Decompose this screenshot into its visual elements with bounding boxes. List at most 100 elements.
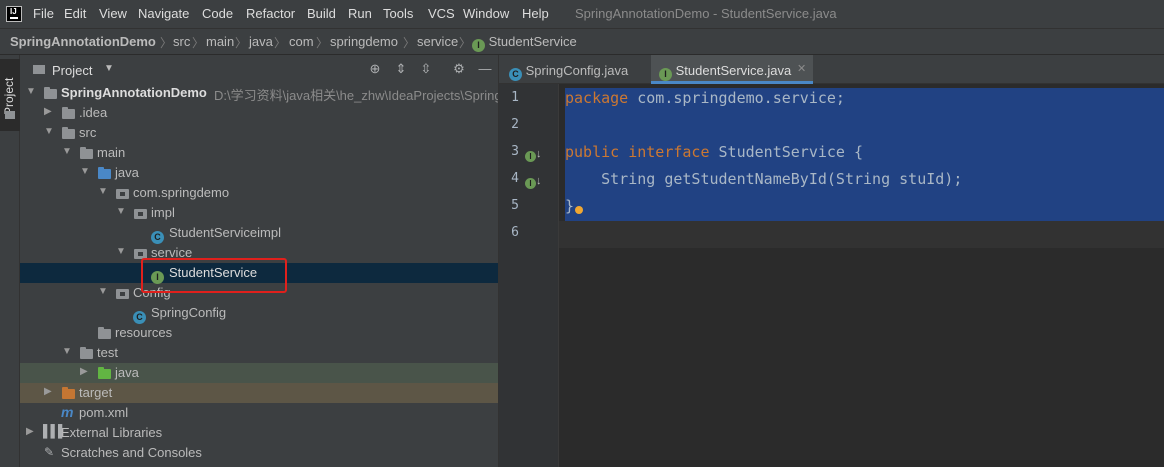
expand-all-icon[interactable]: ⇕ xyxy=(393,61,409,77)
tree-item-impl[interactable]: ▼ impl xyxy=(20,203,498,223)
gear-icon[interactable]: ⚙ xyxy=(451,61,467,77)
code-text: } xyxy=(565,197,575,215)
chevron-right-icon[interactable]: ▶ xyxy=(80,366,88,377)
scratches-icon: ✎ xyxy=(44,445,55,459)
chevron-down-icon[interactable]: ▼ xyxy=(98,186,108,197)
folder-icon xyxy=(5,111,15,119)
tree-item-test-java[interactable]: ▶ java xyxy=(20,363,498,383)
tree-item-label: main xyxy=(97,145,126,160)
chevron-down-icon[interactable]: ▼ xyxy=(98,286,108,297)
tree-item-scratches[interactable]: ✎ Scratches and Consoles xyxy=(20,443,498,463)
tree-item-label: target xyxy=(79,385,113,400)
chevron-right-icon: 〉 xyxy=(316,36,329,50)
breadcrumb-java[interactable]: java xyxy=(249,34,273,49)
chevron-right-icon: 〉 xyxy=(403,36,416,50)
tree-item-external-libraries[interactable]: ▶ ▌▌▌ External Libraries xyxy=(20,423,498,443)
menu-run[interactable]: Run xyxy=(348,6,372,21)
chevron-down-icon[interactable]: ▼ xyxy=(80,166,90,177)
chevron-down-icon[interactable]: ▼ xyxy=(116,246,126,257)
tree-item-pom[interactable]: m pom.xml xyxy=(20,403,498,423)
menu-navigate[interactable]: Navigate xyxy=(138,6,189,21)
editor-tab-bar: C SpringConfig.java I StudentService.jav… xyxy=(499,55,1164,84)
project-panel-header: Project ▼ ⊕ ⇕ ⇳ ⚙ — xyxy=(20,55,498,84)
code-area[interactable]: package com.springdemo.service; public i… xyxy=(559,84,1164,467)
tree-item-test[interactable]: ▼ test xyxy=(20,343,498,363)
menu-edit[interactable]: Edit xyxy=(64,6,86,21)
chevron-right-icon[interactable]: ▶ xyxy=(44,106,52,117)
menu-file[interactable]: File xyxy=(33,6,54,21)
package-icon xyxy=(134,209,147,219)
tree-item-label: test xyxy=(97,345,118,360)
chevron-down-icon[interactable]: ▼ xyxy=(104,63,114,74)
menu-build[interactable]: Build xyxy=(307,6,336,21)
menu-vcs[interactable]: VCS xyxy=(428,6,455,21)
code-text: String getStudentNameById(String stuId); xyxy=(565,170,963,188)
breadcrumb-studentservice[interactable]: I StudentService xyxy=(472,34,577,52)
close-icon[interactable]: ✕ xyxy=(797,62,806,75)
chevron-right-icon: 〉 xyxy=(274,36,287,50)
menu-view[interactable]: View xyxy=(99,6,127,21)
chevron-down-icon[interactable]: ▼ xyxy=(62,346,72,357)
tab-springconfig[interactable]: C SpringConfig.java xyxy=(499,55,650,84)
test-folder-icon xyxy=(98,367,111,379)
chevron-right-icon: 〉 xyxy=(459,36,472,50)
chevron-right-icon[interactable]: ▶ xyxy=(26,426,34,437)
breadcrumb-src[interactable]: src xyxy=(173,34,190,49)
tree-item-label: resources xyxy=(115,325,173,340)
menu-refactor[interactable]: Refactor xyxy=(246,6,295,21)
menu-tools[interactable]: Tools xyxy=(383,6,413,21)
folder-icon xyxy=(80,347,93,359)
maven-icon: m xyxy=(61,404,74,420)
lightbulb-icon[interactable] xyxy=(575,206,584,214)
project-path: D:\学习资料\java相关\he_zhw\IdeaProjects\Sprin… xyxy=(214,88,499,103)
breadcrumb-main[interactable]: main xyxy=(206,34,234,49)
tree-item-label: SpringAnnotationDemo xyxy=(61,85,207,100)
window-title: SpringAnnotationDemo - StudentService.ja… xyxy=(575,6,837,21)
tree-item-impl-class[interactable]: C StudentServiceimpl xyxy=(20,223,498,244)
menu-bar: IJ File Edit View Navigate Code Refactor… xyxy=(0,0,1164,28)
collapse-all-icon[interactable]: ⇳ xyxy=(418,61,434,77)
implemented-gutter-icon[interactable]: I ↓ xyxy=(525,145,542,162)
locate-icon[interactable]: ⊕ xyxy=(367,61,383,77)
line-number: 2 xyxy=(511,117,519,132)
implemented-gutter-icon[interactable]: I ↓ xyxy=(525,172,542,189)
chevron-down-icon[interactable]: ▼ xyxy=(44,126,54,137)
tree-item-label: SpringConfig xyxy=(151,305,227,320)
code-line-3: public interface StudentService { xyxy=(565,143,863,161)
menu-help[interactable]: Help xyxy=(522,6,549,21)
menu-window[interactable]: Window xyxy=(463,6,509,21)
menu-code[interactable]: Code xyxy=(202,6,233,21)
tree-item-project-root[interactable]: ▼ SpringAnnotationDemo D:\学习资料\java相关\he… xyxy=(20,83,499,103)
tree-item-src[interactable]: ▼ src xyxy=(20,123,498,143)
breadcrumb-service[interactable]: service xyxy=(417,34,458,49)
excluded-folder-icon xyxy=(62,387,75,399)
chevron-down-icon[interactable]: ▼ xyxy=(116,206,126,217)
breadcrumb-springdemo[interactable]: springdemo xyxy=(330,34,398,49)
tree-item-target[interactable]: ▶ target xyxy=(20,383,498,403)
intellij-logo-icon: IJ xyxy=(6,6,22,22)
keyword: package xyxy=(565,89,629,107)
tree-item-main[interactable]: ▼ main xyxy=(20,143,498,163)
tree-item-label: .idea xyxy=(79,105,108,120)
chevron-right-icon: 〉 xyxy=(192,36,205,50)
line-number: 1 xyxy=(511,90,519,105)
tab-label: SpringConfig.java xyxy=(525,63,629,78)
breadcrumb-project[interactable]: SpringAnnotationDemo xyxy=(10,34,156,49)
tree-item-label: StudentServiceimpl xyxy=(169,225,281,240)
minimize-icon[interactable]: — xyxy=(477,61,493,77)
tree-item-package[interactable]: ▼ com.springdemo xyxy=(20,183,498,203)
keyword: interface xyxy=(628,143,710,161)
chevron-right-icon[interactable]: ▶ xyxy=(44,386,52,397)
breadcrumb-com[interactable]: com xyxy=(289,34,314,49)
tree-item-idea[interactable]: ▶ .idea xyxy=(20,103,498,123)
code-text: StudentService { xyxy=(709,143,864,161)
chevron-down-icon[interactable]: ▼ xyxy=(26,86,36,97)
tree-item-config-class[interactable]: C SpringConfig xyxy=(20,303,498,324)
project-view-selector[interactable]: Project xyxy=(52,63,92,78)
breadcrumb: SpringAnnotationDemo 〉 src 〉 main 〉 java… xyxy=(0,28,1164,55)
tree-item-java[interactable]: ▼ java xyxy=(20,163,498,183)
tab-studentservice[interactable]: I StudentService.java ✕ xyxy=(651,55,813,84)
tree-item-resources[interactable]: resources xyxy=(20,323,498,343)
line-number: 5 xyxy=(511,198,519,213)
chevron-down-icon[interactable]: ▼ xyxy=(62,146,72,157)
